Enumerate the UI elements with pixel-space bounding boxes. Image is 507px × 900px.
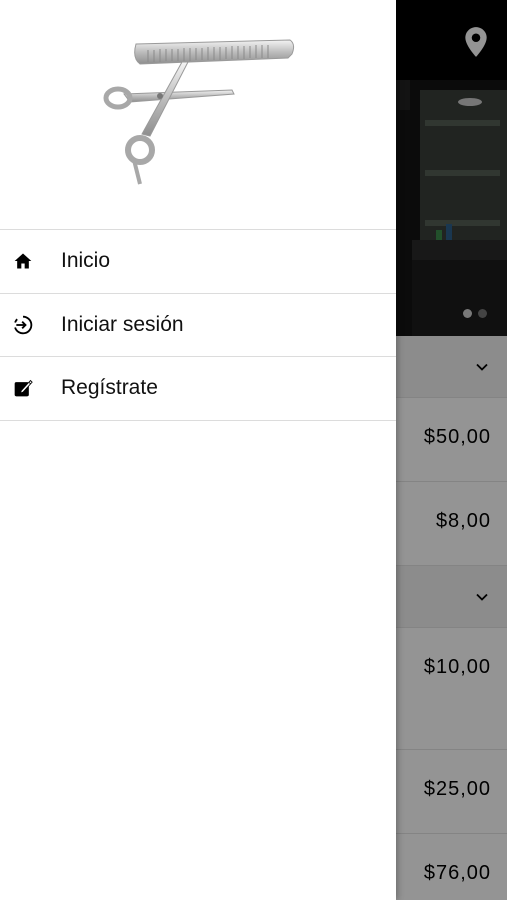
menu-item-registrate[interactable]: Regístrate [0,357,396,421]
scissors-comb-logo [103,39,295,185]
register-icon [13,378,33,398]
menu-item-label: Regístrate [61,376,158,400]
login-icon [13,315,33,335]
menu-item-inicio[interactable]: Inicio [0,230,396,294]
menu-item-label: Inicio [61,249,111,273]
menu-item-label: Iniciar sesión [61,312,184,336]
navigation-drawer: Inicio Iniciar sesión Regístrate [0,0,396,900]
menu-item-iniciar-sesion[interactable]: Iniciar sesión [0,294,396,357]
drawer-header [0,0,396,230]
home-icon [13,251,33,271]
